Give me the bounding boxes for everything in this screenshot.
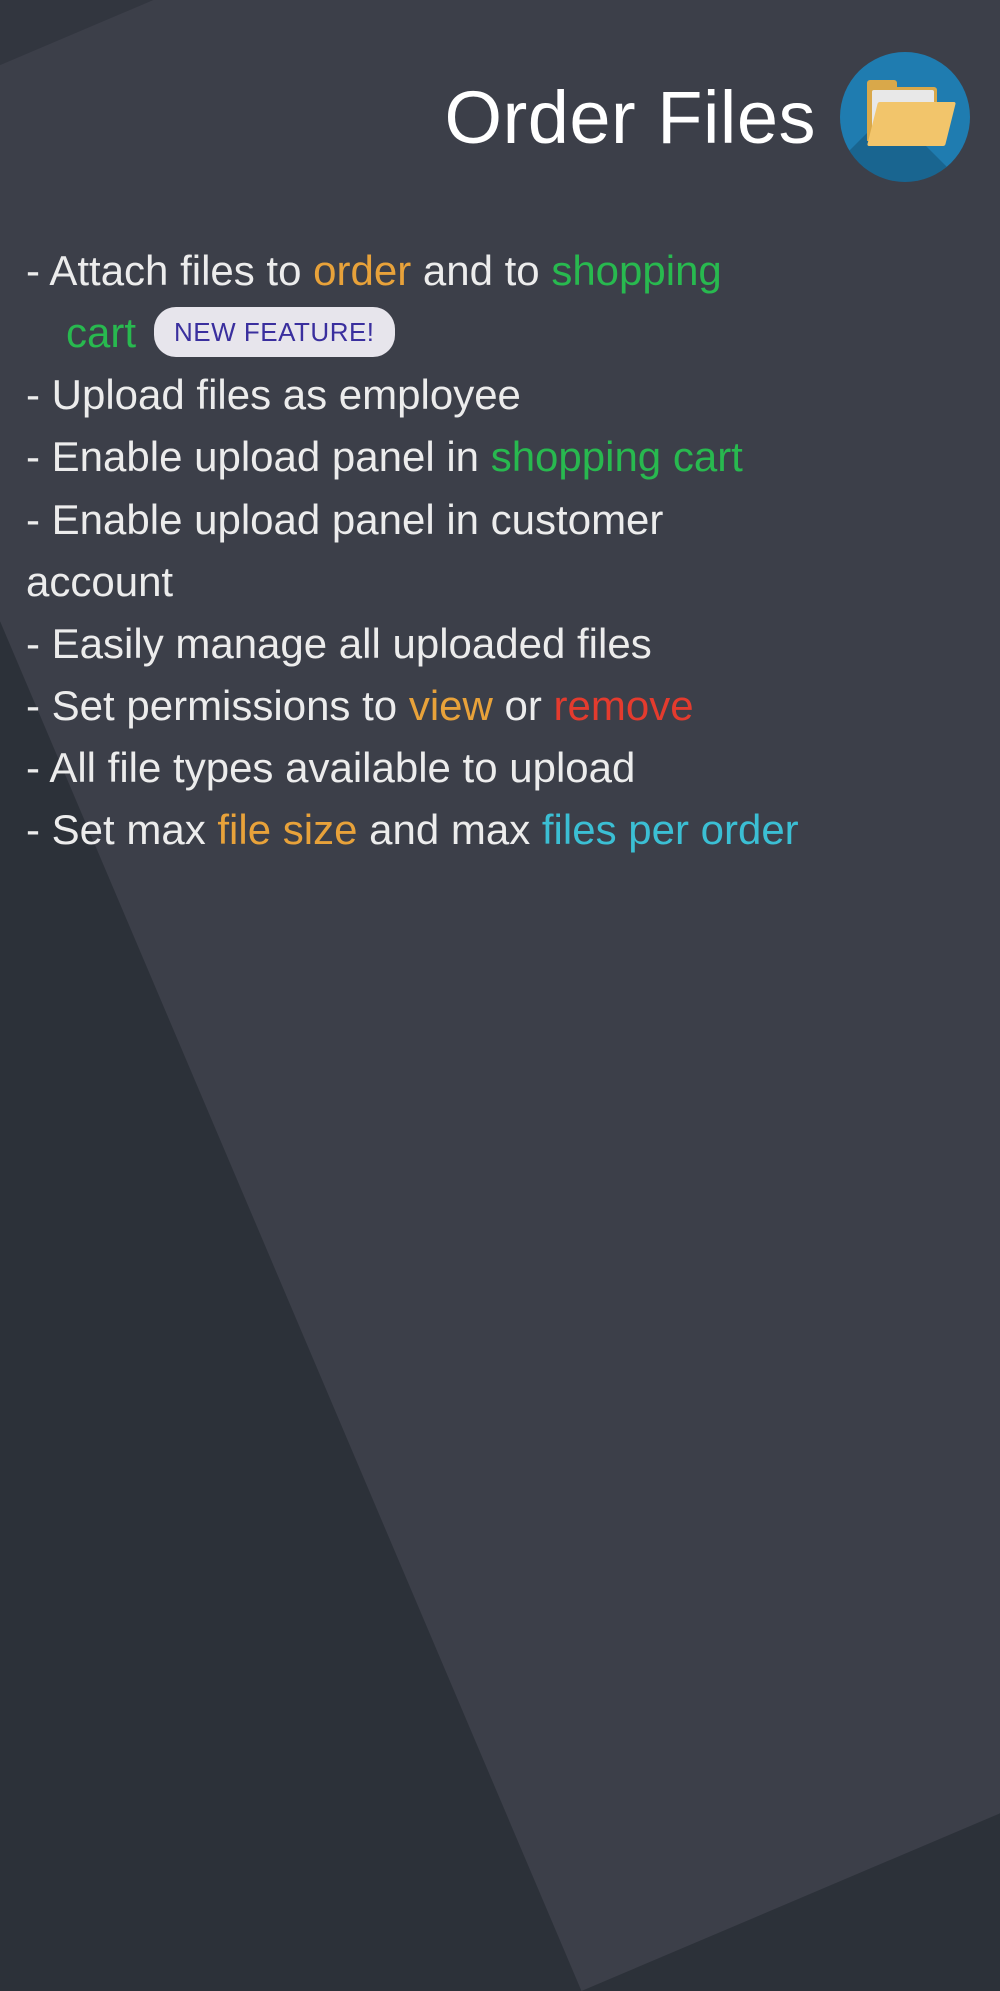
feature-item-continuation: account <box>26 551 980 613</box>
feature-item: - All file types available to upload <box>26 737 980 799</box>
highlight-files-per-order: files per order <box>542 806 799 853</box>
feature-list: - Attach files to order and to shopping … <box>26 240 980 862</box>
feature-item: - Enable upload panel in customer <box>26 489 980 551</box>
feature-item: - Attach files to order and to shopping <box>26 240 980 302</box>
feature-item: - Set permissions to view or remove <box>26 675 980 737</box>
feature-item: - Easily manage all uploaded files <box>26 613 980 675</box>
text: - Enable upload panel in <box>26 433 491 480</box>
text: or <box>493 682 554 729</box>
folder-icon <box>840 52 970 182</box>
header: Order Files <box>445 52 970 182</box>
feature-item: - Enable upload panel in shopping cart <box>26 426 980 488</box>
feature-item: cart NEW FEATURE! <box>26 302 980 364</box>
text: - Set permissions to <box>26 682 409 729</box>
text: and to <box>411 247 551 294</box>
highlight-file-size: file size <box>217 806 357 853</box>
highlight-remove: remove <box>554 682 694 729</box>
feature-item: - Set max file size and max files per or… <box>26 799 980 861</box>
page-title: Order Files <box>445 75 816 160</box>
text: - Set max <box>26 806 217 853</box>
highlight-order: order <box>313 247 411 294</box>
highlight-cart: cart <box>66 309 136 356</box>
highlight-shopping: shopping <box>551 247 721 294</box>
new-feature-badge: NEW FEATURE! <box>154 307 395 357</box>
highlight-shopping-cart: shopping cart <box>491 433 743 480</box>
feature-item: - Upload files as employee <box>26 364 980 426</box>
text: and max <box>357 806 541 853</box>
text: - Attach files to <box>26 247 313 294</box>
highlight-view: view <box>409 682 493 729</box>
